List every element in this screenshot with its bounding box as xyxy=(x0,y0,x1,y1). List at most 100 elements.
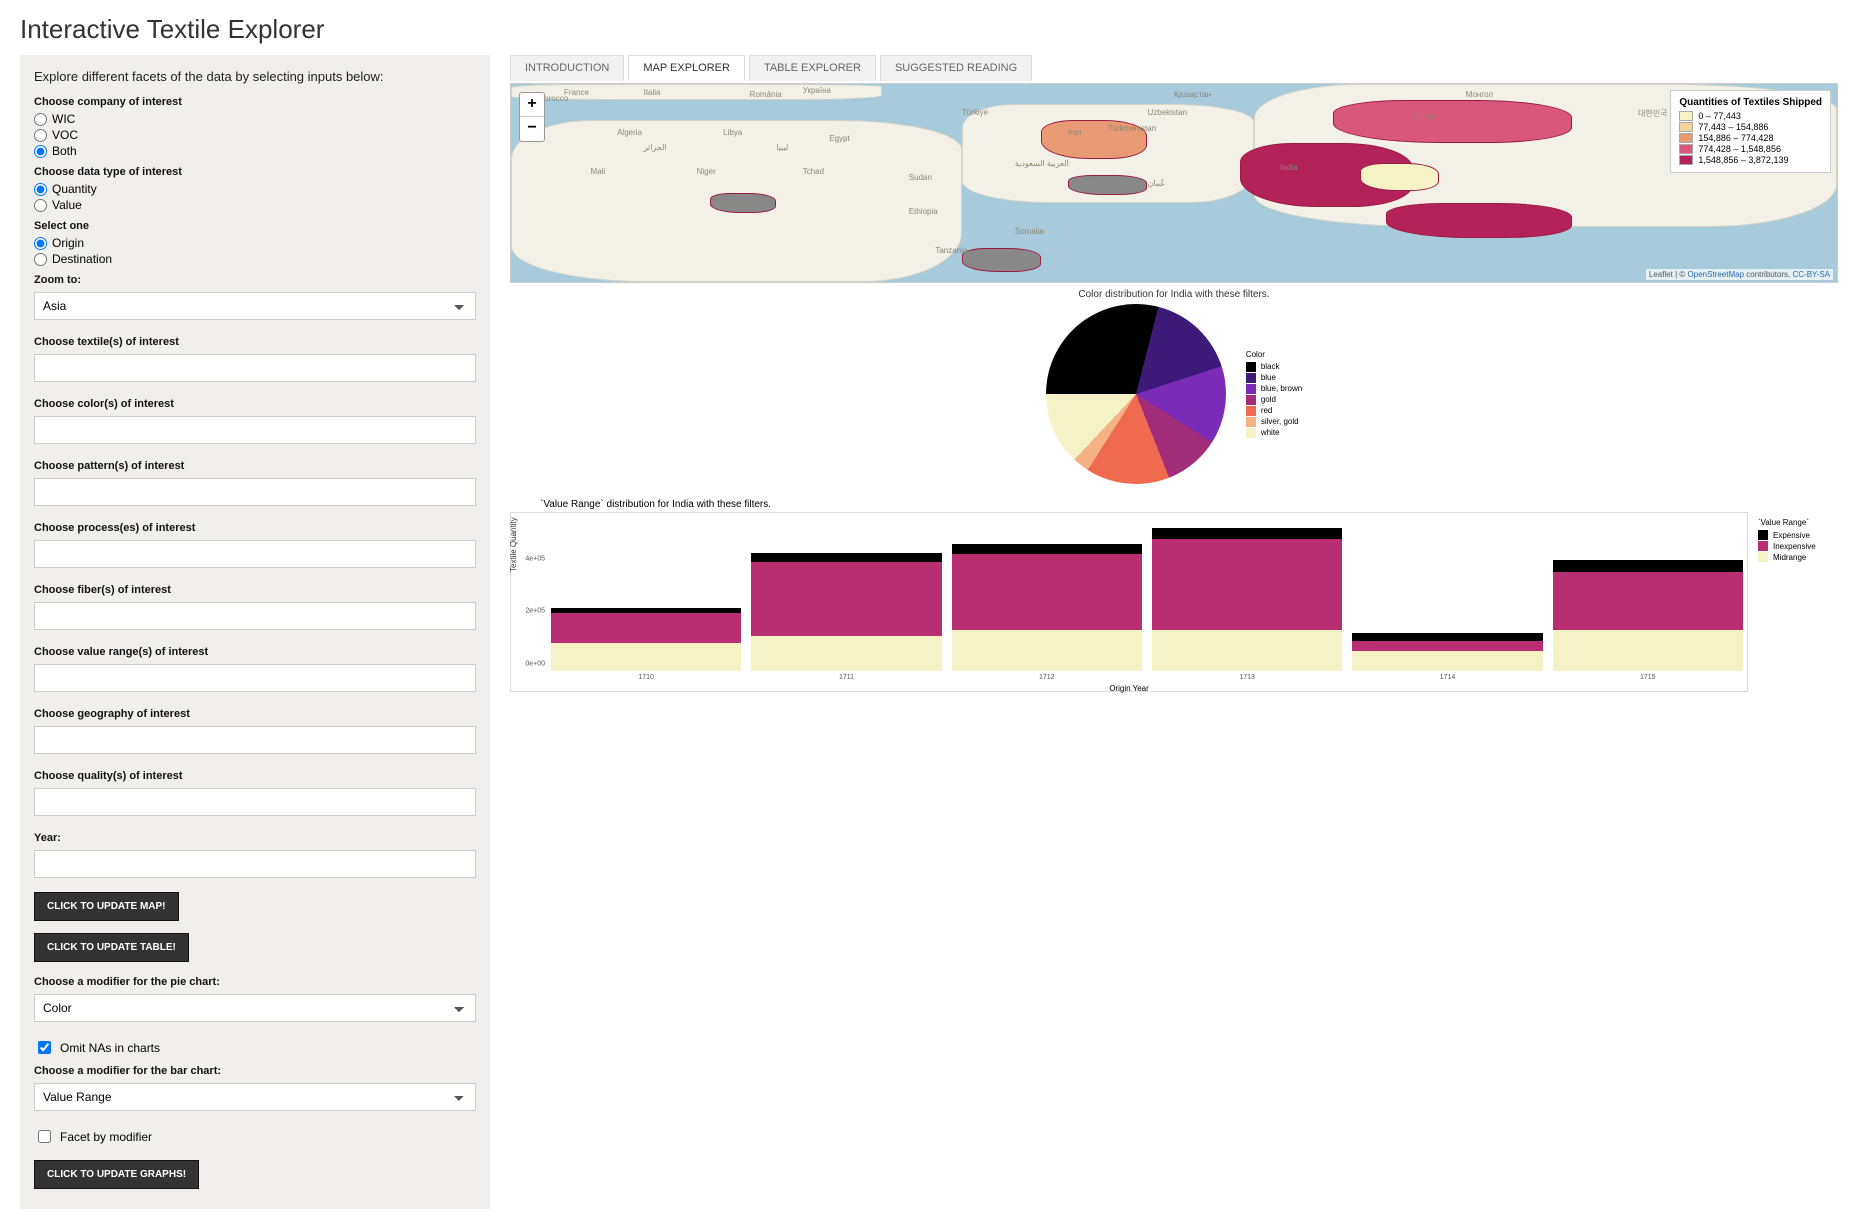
pattern-input[interactable] xyxy=(34,478,476,506)
bar-legend-row: Inexpensive xyxy=(1758,541,1838,551)
pie-mod-select[interactable]: Color xyxy=(34,994,476,1022)
valrange-input[interactable] xyxy=(34,664,476,692)
main-panel: INTRODUCTION MAP EXPLORER TABLE EXPLORER… xyxy=(510,55,1838,1209)
sidebar: Explore different facets of the data by … xyxy=(20,55,490,1209)
cc-link[interactable]: CC-BY-SA xyxy=(1793,270,1831,279)
geography-label: Choose geography of interest xyxy=(34,708,476,720)
radio-voc[interactable] xyxy=(34,129,47,142)
radio-destination-label: Destination xyxy=(52,252,112,266)
map-legend-row: 1,548,856 – 3,872,139 xyxy=(1679,155,1822,165)
bar-segment xyxy=(751,553,941,562)
quality-label: Choose quality(s) of interest xyxy=(34,770,476,782)
osm-link[interactable]: OpenStreetMap xyxy=(1688,270,1744,279)
bar-legend-header: `Value Range` xyxy=(1758,518,1838,527)
update-map-button[interactable]: CLICK TO UPDATE MAP! xyxy=(34,892,179,921)
map-attribution: Leaflet | © OpenStreetMap contributors, … xyxy=(1646,269,1833,280)
tab-introduction[interactable]: INTRODUCTION xyxy=(510,55,624,81)
radio-origin[interactable] xyxy=(34,237,47,250)
fiber-input[interactable] xyxy=(34,602,476,630)
zoom-in-button[interactable]: + xyxy=(520,93,544,117)
map-legend-title: Quantities of Textiles Shipped xyxy=(1679,97,1822,108)
y-tick: 0e+00 xyxy=(525,661,545,668)
tab-suggested-reading[interactable]: SUGGESTED READING xyxy=(880,55,1032,81)
tabs: INTRODUCTION MAP EXPLORER TABLE EXPLORER… xyxy=(510,55,1838,81)
map-legend-row: 154,886 – 774,428 xyxy=(1679,133,1822,143)
bar-column: 1715 xyxy=(1553,519,1743,671)
map[interactable]: + − MoroccoAlgeriaLibyaEgyptMaliNigerTch… xyxy=(510,83,1838,283)
bar-segment xyxy=(952,544,1142,554)
y-axis: Textile Quantity 0e+002e+054e+05 xyxy=(511,513,547,671)
textile-label: Choose textile(s) of interest xyxy=(34,336,476,348)
bar-segment xyxy=(1352,633,1542,641)
x-tick-label: 1710 xyxy=(638,674,654,681)
year-input[interactable] xyxy=(34,850,476,878)
omit-nas-label: Omit NAs in charts xyxy=(60,1041,160,1055)
radio-wic[interactable] xyxy=(34,113,47,126)
radio-voc-label: VOC xyxy=(52,128,78,142)
color-input[interactable] xyxy=(34,416,476,444)
radio-value[interactable] xyxy=(34,199,47,212)
bar-segment xyxy=(1352,641,1542,651)
radio-quantity-label: Quantity xyxy=(52,182,97,196)
bar-segment xyxy=(751,562,941,635)
pie-legend-row: white xyxy=(1246,428,1302,438)
bar-segment xyxy=(952,554,1142,630)
bar-segment xyxy=(1553,572,1743,630)
radio-wic-label: WIC xyxy=(52,112,75,126)
update-graphs-button[interactable]: CLICK TO UPDATE GRAPHS! xyxy=(34,1160,199,1189)
x-tick-label: 1714 xyxy=(1440,674,1456,681)
radio-value-label: Value xyxy=(52,198,82,212)
bar-section: `Value Range` distribution for India wit… xyxy=(510,499,1838,692)
pie-legend-row: blue, brown xyxy=(1246,384,1302,394)
bar-column: 1711 xyxy=(751,519,941,671)
bar-title: `Value Range` distribution for India wit… xyxy=(540,499,1838,510)
bar-mod-select[interactable]: Value Range xyxy=(34,1083,476,1111)
bar-chart: Textile Quantity 0e+002e+054e+05 1710171… xyxy=(510,512,1748,692)
bar-segment xyxy=(1553,560,1743,573)
company-label: Choose company of interest xyxy=(34,96,476,108)
bar-segment xyxy=(1553,630,1743,671)
facet-checkbox[interactable] xyxy=(38,1130,51,1143)
zoom-label: Zoom to: xyxy=(34,274,476,286)
pattern-label: Choose pattern(s) of interest xyxy=(34,460,476,472)
update-table-button[interactable]: CLICK TO UPDATE TABLE! xyxy=(34,933,189,962)
pie-legend: Color blackblueblue, browngoldredsilver,… xyxy=(1246,350,1302,439)
process-input[interactable] xyxy=(34,540,476,568)
quality-input[interactable] xyxy=(34,788,476,816)
bar-segment xyxy=(1152,528,1342,539)
radio-both[interactable] xyxy=(34,145,47,158)
pie-legend-row: red xyxy=(1246,406,1302,416)
pie-title: Color distribution for India with these … xyxy=(510,289,1838,300)
process-label: Choose process(es) of interest xyxy=(34,522,476,534)
map-legend-row: 0 – 77,443 xyxy=(1679,111,1822,121)
pie-legend-row: gold xyxy=(1246,395,1302,405)
x-tick-label: 1713 xyxy=(1239,674,1255,681)
color-label: Choose color(s) of interest xyxy=(34,398,476,410)
bar-column: 1712 xyxy=(952,519,1142,671)
zoom-select[interactable]: Asia xyxy=(34,292,476,320)
tab-map-explorer[interactable]: MAP EXPLORER xyxy=(628,55,745,81)
radio-origin-label: Origin xyxy=(52,236,84,250)
tab-table-explorer[interactable]: TABLE EXPLORER xyxy=(749,55,876,81)
bar-segment xyxy=(751,636,941,671)
radio-destination[interactable] xyxy=(34,253,47,266)
bar-column: 1713 xyxy=(1152,519,1342,671)
textile-input[interactable] xyxy=(34,354,476,382)
bar-mod-label: Choose a modifier for the bar chart: xyxy=(34,1065,476,1077)
geography-input[interactable] xyxy=(34,726,476,754)
y-tick: 2e+05 xyxy=(525,608,545,615)
pie-legend-header: Color xyxy=(1246,350,1302,359)
x-tick-label: 1712 xyxy=(1039,674,1055,681)
zoom-out-button[interactable]: − xyxy=(520,117,544,141)
facet-label: Facet by modifier xyxy=(60,1130,152,1144)
pie-mod-label: Choose a modifier for the pie chart: xyxy=(34,976,476,988)
omit-nas-checkbox[interactable] xyxy=(38,1041,51,1054)
bar-segment xyxy=(952,630,1142,671)
x-axis-title: Origin Year xyxy=(511,684,1747,693)
bar-column: 1710 xyxy=(551,519,741,671)
bar-segment xyxy=(1152,539,1342,630)
radio-quantity[interactable] xyxy=(34,183,47,196)
bar-legend-row: Midrange xyxy=(1758,552,1838,562)
valrange-label: Choose value range(s) of interest xyxy=(34,646,476,658)
pie-chart xyxy=(1046,304,1226,484)
